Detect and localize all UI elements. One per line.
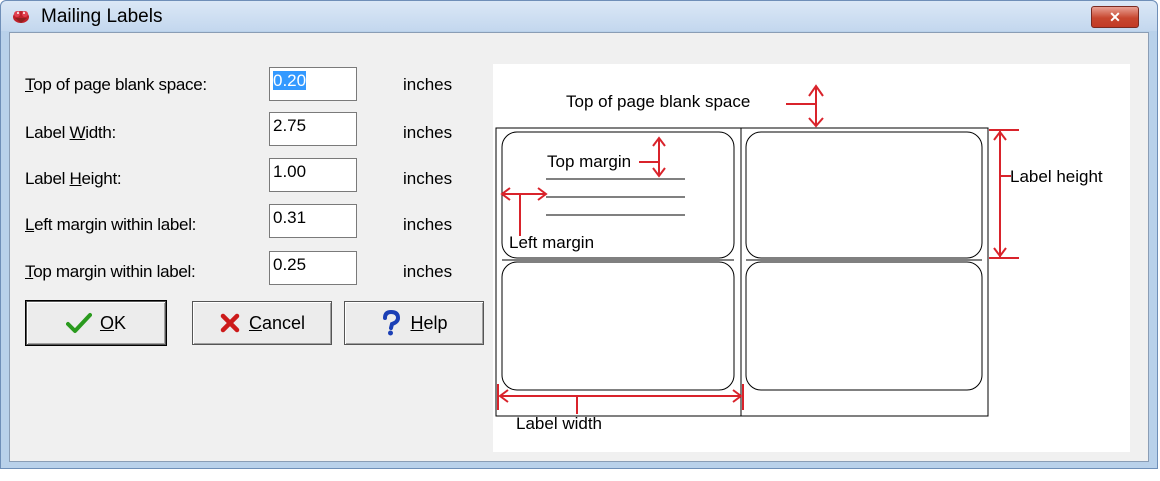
close-icon: ✕ <box>1109 8 1121 25</box>
checkmark-icon <box>65 313 92 333</box>
left-margin-caption: Left margin <box>509 233 595 252</box>
label-width-unit: inches <box>403 123 453 142</box>
window-title: Mailing Labels <box>41 6 163 27</box>
cancel-label: Cancel <box>248 312 306 333</box>
x-icon <box>220 313 240 333</box>
help-button[interactable]: Help <box>344 301 484 345</box>
help-label: Help <box>410 312 448 333</box>
label-height-input[interactable]: 1.00 <box>269 158 357 192</box>
ok-label: OK <box>99 312 127 333</box>
top-of-page-input[interactable]: 0.20 <box>269 67 357 101</box>
top-margin-unit: inches <box>403 262 453 281</box>
close-button[interactable]: ✕ <box>1091 6 1139 28</box>
left-margin-input[interactable]: 0.31 <box>269 204 357 238</box>
label-width-input[interactable]: 2.75 <box>269 112 357 146</box>
title-bar[interactable]: Mailing Labels ✕ <box>1 1 1157 31</box>
label-height-caption: Label height <box>1010 167 1103 186</box>
dialog-body: Top of page blank space: 0.20 inches Lab… <box>9 32 1149 462</box>
mailing-labels-window: Mailing Labels ✕ Top of page blank space… <box>0 0 1158 469</box>
cancel-button[interactable]: Cancel <box>192 301 332 345</box>
label-bottom-left <box>501 261 735 391</box>
label-width-label: Label Width: <box>25 123 116 142</box>
top-of-page-unit: inches <box>403 75 453 94</box>
question-icon <box>383 310 401 336</box>
diagram-drawing <box>495 84 1019 417</box>
left-margin-label: Left margin within label: <box>25 215 197 234</box>
label-height-unit: inches <box>403 169 453 188</box>
mailing-labels-app-icon <box>13 11 29 23</box>
top-of-page-label: Top of page blank space: <box>25 75 207 94</box>
label-height-label: Label Height: <box>25 169 122 188</box>
label-top-right <box>745 131 983 259</box>
top-of-page-caption: Top of page blank space <box>566 92 751 111</box>
ok-button[interactable]: OK <box>25 300 167 346</box>
label-width-caption: Label width <box>516 414 603 433</box>
left-margin-unit: inches <box>403 215 453 234</box>
label-bottom-right <box>745 261 983 391</box>
top-margin-input[interactable]: 0.25 <box>269 251 357 285</box>
top-margin-caption: Top margin <box>547 152 632 171</box>
top-margin-label: Top margin within label: <box>25 262 196 281</box>
label-layout-diagram: Top of page blank space Top margin Left … <box>493 64 1130 452</box>
